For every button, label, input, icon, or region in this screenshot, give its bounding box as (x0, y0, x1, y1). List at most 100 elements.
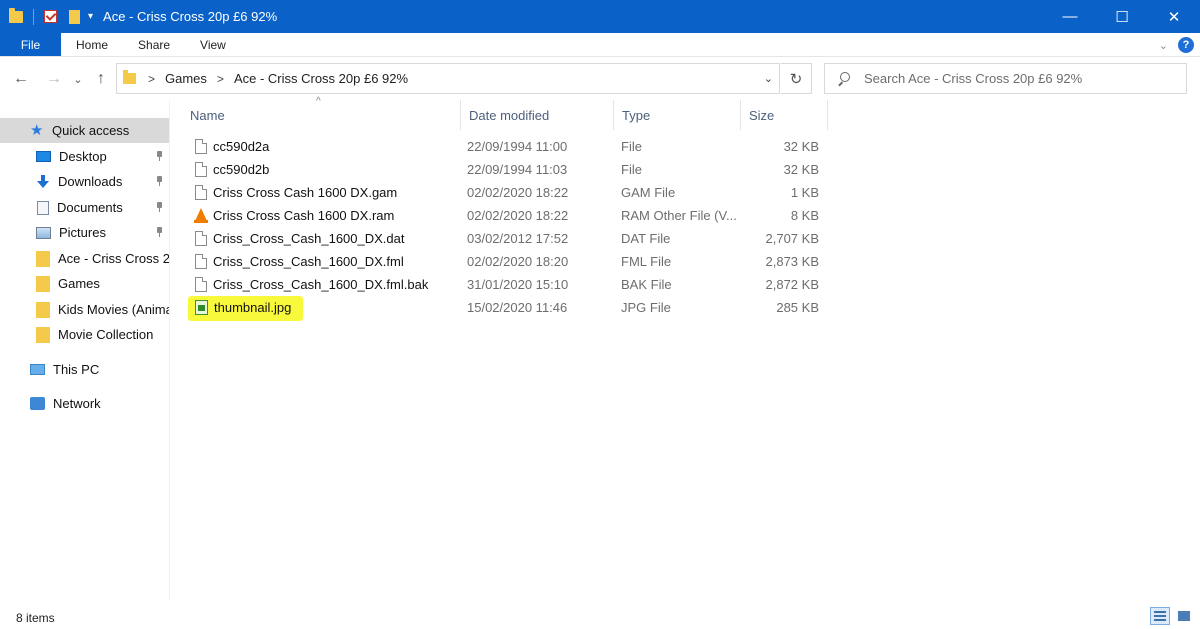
table-row[interactable]: cc590d2a 22/09/1994 11:00 File 32 KB (190, 135, 828, 158)
download-icon (36, 174, 50, 189)
sidebar-item-label: Desktop (59, 149, 107, 164)
documents-icon (37, 200, 49, 215)
pictures-icon (36, 226, 51, 239)
file-icon (195, 231, 207, 246)
pane-divider[interactable] (169, 100, 170, 600)
sidebar-item-desktop[interactable]: Desktop (0, 144, 169, 169)
sidebar-item-quick-access[interactable]: ★ Quick access (0, 118, 169, 143)
sidebar-item-games[interactable]: Games (0, 271, 169, 296)
sidebar-item-this-pc[interactable]: This PC (0, 357, 169, 382)
table-row[interactable]: Criss_Cross_Cash_1600_DX.fml.bak 31/01/2… (190, 273, 828, 296)
folder-icon (123, 70, 136, 84)
computer-icon (30, 364, 45, 375)
tab-home[interactable]: Home (61, 33, 123, 56)
table-row[interactable]: Criss_Cross_Cash_1600_DX.fml 02/02/2020 … (190, 250, 828, 273)
file-size: 32 KB (783, 139, 819, 154)
address-bar[interactable]: > Games > Ace - Criss Cross 20p £6 92% ⌄ (116, 63, 780, 94)
breadcrumb-current-folder[interactable]: Ace - Criss Cross 20p £6 92% (234, 71, 408, 86)
table-row[interactable]: cc590d2b 22/09/1994 11:03 File 32 KB (190, 158, 828, 181)
file-date: 15/02/2020 11:46 (467, 300, 568, 315)
table-row[interactable]: Criss_Cross_Cash_1600_DX.dat 03/02/2012 … (190, 227, 828, 250)
refresh-button[interactable]: ↻ (781, 63, 812, 94)
pin-icon (156, 227, 163, 237)
file-icon (195, 185, 207, 200)
pin-icon (156, 202, 163, 212)
tab-file[interactable]: File (0, 33, 61, 56)
sidebar-item-label: Games (58, 276, 100, 291)
back-button[interactable]: ← (10, 66, 32, 92)
sidebar-item-label: Downloads (58, 174, 123, 189)
column-header-date-modified[interactable]: Date modified (461, 100, 614, 130)
file-type: RAM Other File (V... (621, 208, 737, 223)
sidebar-item-downloads[interactable]: Downloads (0, 169, 169, 194)
window-title: Ace - Criss Cross 20p £6 92% (103, 9, 278, 24)
file-name: Criss_Cross_Cash_1600_DX.fml.bak (213, 277, 429, 292)
sidebar-item-label: Documents (57, 200, 123, 215)
tab-view[interactable]: View (185, 33, 241, 56)
star-icon: ★ (30, 121, 44, 139)
pin-icon (156, 176, 163, 186)
image-file-icon (195, 300, 208, 315)
file-icon (195, 277, 207, 292)
breadcrumb-games[interactable]: Games (165, 71, 207, 86)
help-button[interactable]: ? (1178, 37, 1194, 53)
column-header-name[interactable]: Name (182, 100, 461, 130)
file-name: cc590d2b (213, 162, 270, 177)
sidebar-item-label: Ace - Criss Cross 20p £6 92% (58, 251, 169, 266)
maximize-button[interactable]: ☐ (1096, 0, 1148, 33)
sidebar-item-network[interactable]: Network (0, 391, 169, 416)
toolbar-divider (33, 8, 34, 25)
table-row[interactable]: thumbnail.jpg 15/02/2020 11:46 JPG File … (190, 296, 828, 319)
large-icons-view-button[interactable] (1174, 607, 1194, 625)
breadcrumb-separator[interactable]: > (217, 72, 224, 86)
file-name: Criss_Cross_Cash_1600_DX.dat (213, 231, 405, 246)
large-icons-view-icon (1178, 611, 1190, 621)
view-toggle (1150, 607, 1194, 625)
file-date: 22/09/1994 11:03 (467, 162, 568, 177)
breadcrumb-separator[interactable]: > (148, 72, 155, 86)
forward-button[interactable]: → (43, 66, 65, 92)
new-folder-icon[interactable] (69, 9, 80, 24)
desktop-icon (36, 151, 51, 162)
table-row[interactable]: Criss Cross Cash 1600 DX.ram 02/02/2020 … (190, 204, 828, 227)
file-name: Criss Cross Cash 1600 DX.ram (213, 208, 395, 223)
file-icon (195, 254, 207, 269)
column-header-type[interactable]: Type (614, 100, 741, 130)
quick-access-toolbar: ▾ (0, 0, 103, 33)
file-size: 2,872 KB (765, 277, 820, 292)
customize-toolbar-icon[interactable]: ▾ (88, 11, 93, 22)
network-icon (30, 397, 45, 410)
address-dropdown-button[interactable]: ⌄ (764, 72, 773, 85)
file-size: 285 KB (776, 300, 819, 315)
recent-locations-button[interactable]: ⌄ (67, 66, 89, 92)
sidebar-item-documents[interactable]: Documents (0, 195, 169, 220)
search-box[interactable] (824, 63, 1187, 94)
close-button[interactable]: ✕ (1148, 0, 1200, 33)
file-size: 1 KB (790, 185, 819, 200)
folder-icon (36, 275, 50, 292)
file-date: 22/09/1994 11:00 (467, 139, 568, 154)
up-button[interactable]: ↑ (90, 66, 112, 92)
table-row[interactable]: Criss Cross Cash 1600 DX.gam 02/02/2020 … (190, 181, 828, 204)
properties-icon[interactable] (44, 10, 57, 23)
tab-share[interactable]: Share (123, 33, 185, 56)
file-date: 02/02/2020 18:22 (467, 185, 569, 200)
sidebar-item-ace-criss-cross[interactable]: Ace - Criss Cross 20p £6 92% (0, 246, 169, 271)
chevron-down-icon[interactable]: ⌄ (1159, 39, 1168, 52)
sidebar-item-pictures[interactable]: Pictures (0, 220, 169, 245)
window-controls: — ☐ ✕ (1044, 0, 1200, 33)
details-view-button[interactable] (1150, 607, 1170, 625)
file-type: DAT File (621, 231, 671, 246)
column-header-size[interactable]: Size (741, 100, 828, 130)
file-date: 31/01/2020 15:10 (467, 277, 569, 292)
sidebar-item-movie-collection[interactable]: Movie Collection (0, 322, 169, 347)
column-headers: Name Date modified Type Size (182, 100, 828, 130)
sidebar-item-label: Network (53, 396, 101, 411)
sidebar-item-kids-movies[interactable]: Kids Movies (Animated) (0, 297, 169, 322)
folder-icon (36, 250, 50, 267)
sidebar-item-label: Kids Movies (Animated) (58, 302, 169, 317)
file-date: 02/02/2020 18:20 (467, 254, 569, 269)
minimize-button[interactable]: — (1044, 0, 1096, 33)
search-input[interactable] (864, 71, 1174, 86)
file-size: 2,873 KB (765, 254, 820, 269)
